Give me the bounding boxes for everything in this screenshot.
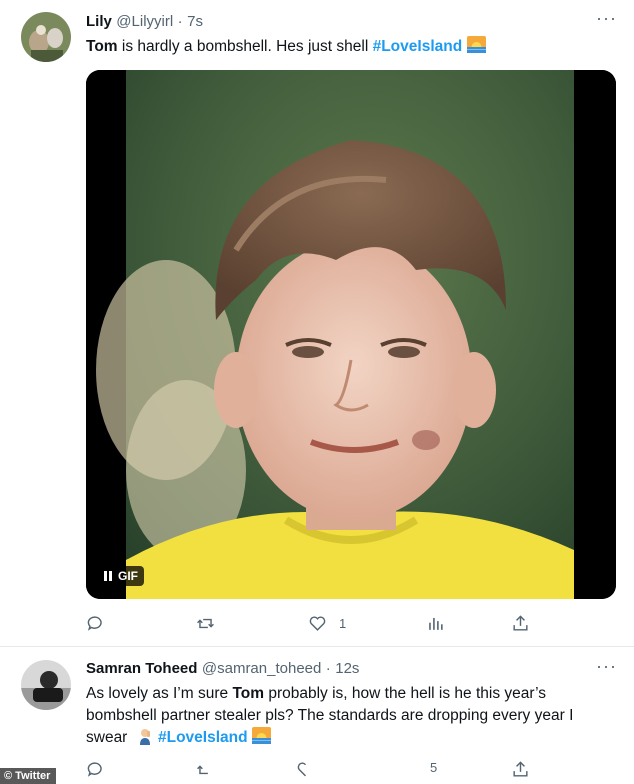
like-button[interactable]: 1	[308, 614, 346, 633]
tweet-text-line2: bombshell partner stealer pls? The stand…	[86, 707, 574, 724]
retweet-button[interactable]	[196, 760, 215, 779]
separator: ·	[177, 13, 183, 30]
share-icon	[513, 615, 528, 631]
timestamp[interactable]: 12s	[335, 660, 359, 677]
hashtag-link[interactable]: #LoveIsland	[373, 38, 463, 55]
share-button[interactable]	[511, 760, 530, 779]
share-icon	[513, 761, 528, 777]
retweet-count: 5	[430, 760, 438, 775]
tweet-text-body: is hardly a bombshell. Hes just shell	[117, 38, 373, 55]
share-button[interactable]	[511, 614, 530, 633]
timestamp[interactable]: 7s	[187, 13, 203, 30]
analytics-icon	[429, 617, 443, 630]
sunset-emoji-icon	[466, 36, 486, 53]
retweet-icon	[197, 618, 214, 629]
gif-badge[interactable]: GIF	[98, 566, 144, 586]
gif-image	[86, 70, 616, 599]
tweet-text-line1-post: probably is, how the hell is he this yea…	[264, 685, 547, 702]
tweet-samran: Samran Toheed @samran_toheed · 12s ··· A…	[0, 647, 634, 784]
display-name[interactable]: Samran Toheed	[86, 660, 197, 677]
analytics-button[interactable]	[426, 614, 445, 633]
mention-name: Tom	[232, 685, 265, 702]
handle[interactable]: @Lilyyirl	[116, 13, 173, 30]
avatar-lily[interactable]	[21, 12, 71, 62]
tweet-lily: Lily @Lilyyirl · 7s ··· Tom is hardly a …	[0, 0, 634, 645]
pause-icon[interactable]	[104, 571, 112, 581]
handle[interactable]: @samran_toheed	[202, 660, 321, 677]
tweet-text-line1-pre: As lovely as I’m sure	[86, 685, 233, 702]
display-name[interactable]: Lily	[86, 13, 112, 30]
tweet-header: Lily @Lilyyirl · 7s	[86, 13, 203, 31]
reply-icon	[87, 616, 102, 631]
retweet-count-group[interactable]: 5	[400, 760, 437, 775]
retweet-icon	[197, 765, 208, 775]
separator: ·	[325, 660, 331, 677]
tweet-text: Tom is hardly a bombshell. Hes just shel…	[86, 36, 486, 58]
sunset-emoji-icon	[251, 727, 271, 744]
reply-button[interactable]	[86, 760, 105, 779]
gif-media[interactable]: GIF	[86, 70, 616, 599]
twitter-watermark: © Twitter	[0, 768, 57, 784]
heart-icon	[297, 762, 307, 777]
reply-icon	[87, 762, 102, 777]
heart-icon	[309, 616, 326, 631]
gif-label: GIF	[118, 569, 138, 583]
like-count: 1	[339, 616, 347, 631]
avatar-samran[interactable]	[21, 660, 71, 710]
tweet-text: As lovely as I’m sure Tom probably is, h…	[86, 683, 616, 749]
more-options-icon[interactable]: ···	[596, 656, 617, 677]
tweet-header: Samran Toheed @samran_toheed · 12s	[86, 660, 359, 678]
reply-button[interactable]	[86, 614, 105, 633]
mention-name: Tom	[86, 38, 118, 55]
like-button[interactable]	[296, 760, 315, 779]
hashtag-link[interactable]: #LoveIsland	[158, 729, 248, 746]
tweet-text-line3: swear	[86, 729, 128, 746]
man-facepalm-emoji-icon	[139, 729, 150, 745]
more-options-icon[interactable]: ···	[596, 8, 617, 29]
retweet-button[interactable]	[196, 614, 215, 633]
